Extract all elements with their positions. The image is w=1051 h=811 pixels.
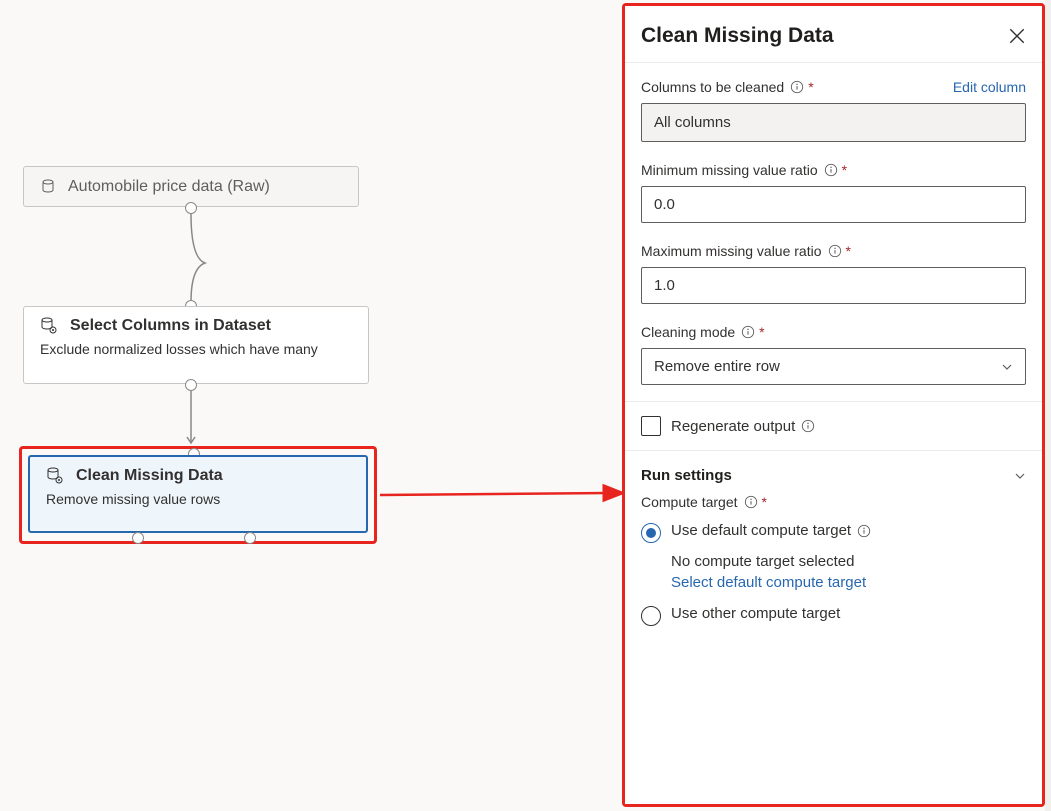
connector-line xyxy=(185,385,197,455)
node-title: Select Columns in Dataset xyxy=(70,317,271,335)
required-indicator: * xyxy=(808,79,813,95)
cleaning-mode-select[interactable]: Remove entire row xyxy=(641,348,1026,385)
database-icon xyxy=(40,179,56,195)
node-title: Clean Missing Data xyxy=(76,467,223,485)
required-indicator: * xyxy=(759,324,764,340)
radio-default-compute[interactable] xyxy=(641,523,661,543)
edit-column-link[interactable]: Edit column xyxy=(953,79,1026,95)
run-settings-header[interactable]: Run settings xyxy=(625,451,1042,494)
max-ratio-input[interactable] xyxy=(641,267,1026,304)
properties-panel: Clean Missing Data Columns to be cleaned… xyxy=(625,6,1042,804)
radio-other-compute[interactable] xyxy=(641,606,661,626)
no-compute-text: No compute target selected xyxy=(671,553,1026,570)
regenerate-checkbox[interactable] xyxy=(641,416,661,436)
cleaning-mode-label: Cleaning mode * xyxy=(641,324,765,340)
min-ratio-label: Minimum missing value ratio * xyxy=(641,162,847,178)
node-label: Automobile price data (Raw) xyxy=(68,178,270,196)
info-icon[interactable] xyxy=(801,419,815,433)
pipeline-canvas[interactable]: Automobile price data (Raw) Select Colum… xyxy=(0,0,615,811)
node-clean-missing-data[interactable]: Clean Missing Data Remove missing value … xyxy=(28,455,368,533)
database-gear-icon xyxy=(46,467,64,485)
max-ratio-label: Maximum missing value ratio * xyxy=(641,243,851,259)
panel-title: Clean Missing Data xyxy=(641,24,834,48)
node-desc: Exclude normalized losses which have man… xyxy=(24,335,368,367)
info-icon[interactable] xyxy=(741,325,755,339)
chevron-down-icon xyxy=(1014,470,1026,482)
info-icon[interactable] xyxy=(744,495,758,509)
required-indicator: * xyxy=(846,243,851,259)
output-port[interactable] xyxy=(244,532,256,544)
columns-label: Columns to be cleaned * xyxy=(641,79,814,95)
node-desc: Remove missing value rows xyxy=(30,485,366,517)
radio-other-label: Use other compute target xyxy=(671,605,840,622)
info-icon[interactable] xyxy=(790,80,804,94)
close-icon[interactable] xyxy=(1008,27,1026,45)
scrollbar[interactable] xyxy=(1045,0,1051,811)
run-settings-title: Run settings xyxy=(641,467,732,484)
node-select-columns[interactable]: Select Columns in Dataset Exclude normal… xyxy=(23,306,369,384)
output-port[interactable] xyxy=(132,532,144,544)
select-compute-link[interactable]: Select default compute target xyxy=(671,574,1026,591)
connector-line xyxy=(185,208,217,308)
select-value: Remove entire row xyxy=(654,358,780,375)
required-indicator: * xyxy=(842,162,847,178)
properties-panel-highlight: Clean Missing Data Columns to be cleaned… xyxy=(622,3,1045,807)
columns-value[interactable]: All columns xyxy=(641,103,1026,142)
chevron-down-icon xyxy=(1001,361,1013,373)
node-automobile-data[interactable]: Automobile price data (Raw) xyxy=(23,166,359,207)
radio-default-label: Use default compute target xyxy=(671,522,871,539)
annotation-arrow xyxy=(378,480,624,510)
database-gear-icon xyxy=(40,317,58,335)
min-ratio-input[interactable] xyxy=(641,186,1026,223)
compute-target-label: Compute target * xyxy=(641,494,1026,510)
info-icon[interactable] xyxy=(824,163,838,177)
required-indicator: * xyxy=(762,494,767,510)
selection-highlight: Clean Missing Data Remove missing value … xyxy=(19,446,377,544)
regenerate-label: Regenerate output xyxy=(671,418,815,435)
info-icon[interactable] xyxy=(857,524,871,538)
info-icon[interactable] xyxy=(828,244,842,258)
